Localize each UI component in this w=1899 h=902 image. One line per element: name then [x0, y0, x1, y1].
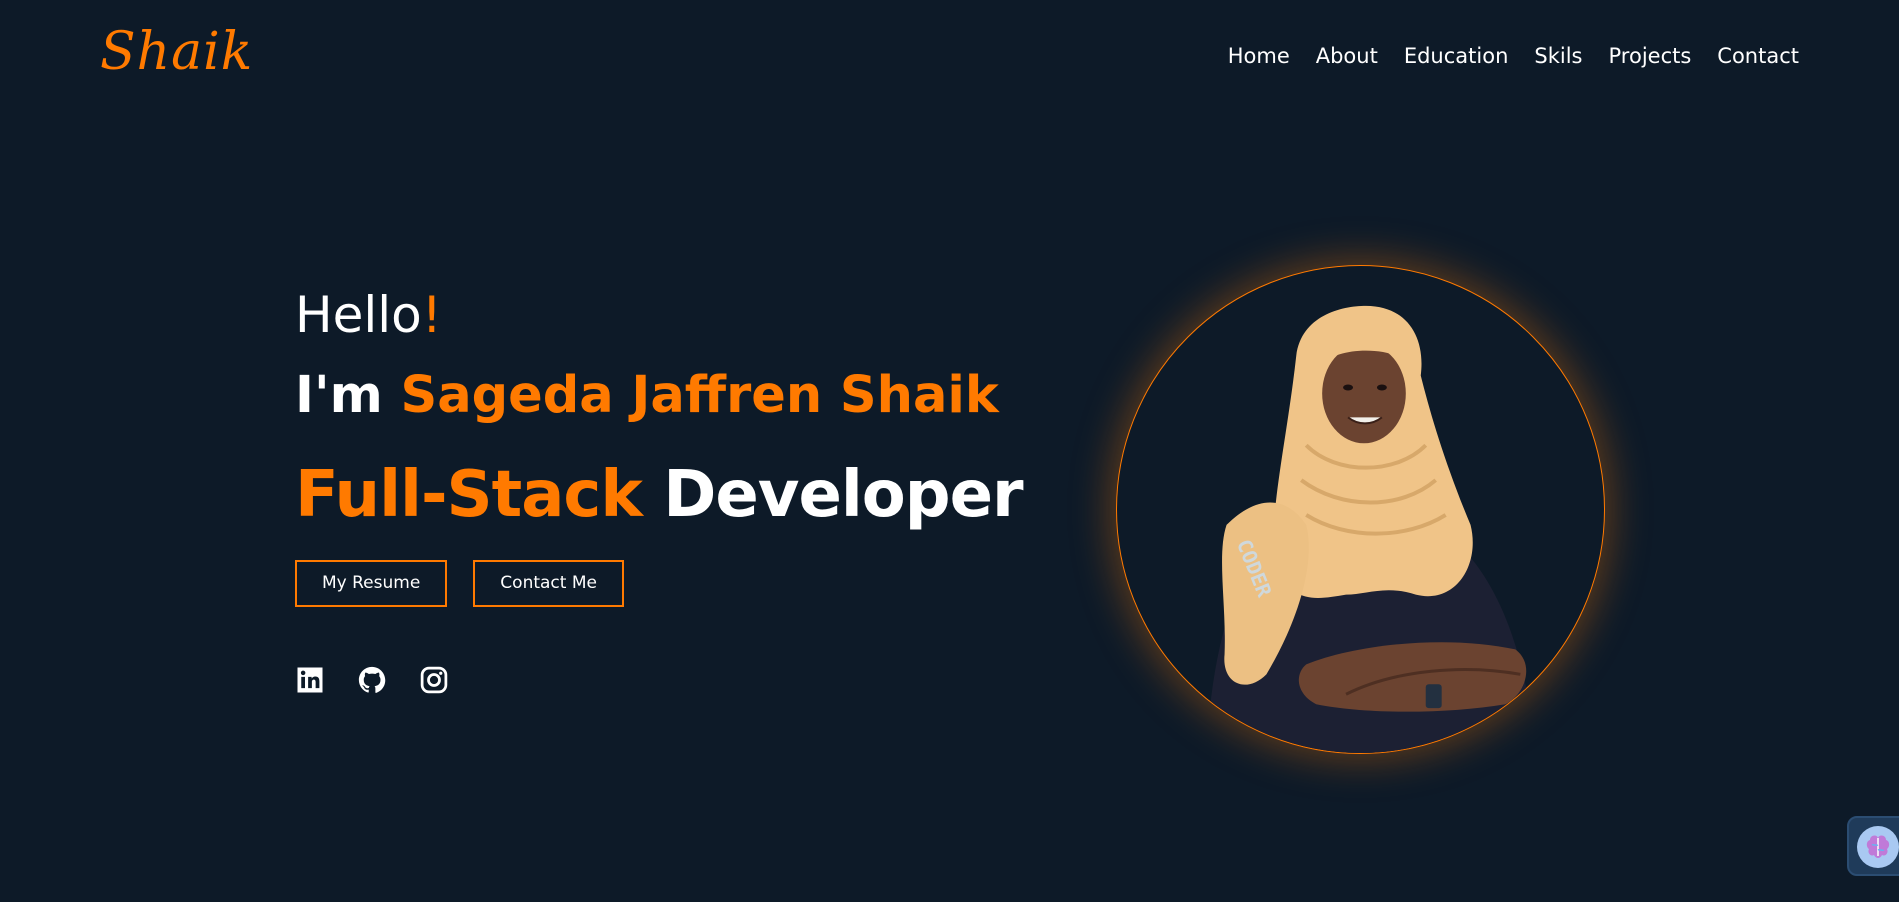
greeting-text: Hello	[295, 286, 422, 344]
greeting-heading: Hello!	[295, 290, 1023, 340]
profile-photo-illustration: CODER	[1206, 305, 1536, 753]
nav-link-home[interactable]: Home	[1228, 44, 1290, 68]
nav-link-education[interactable]: Education	[1404, 44, 1509, 68]
social-links	[295, 665, 1023, 695]
person-name: Sageda Jaffren Shaik	[400, 366, 999, 425]
site-logo[interactable]: Shaik	[100, 22, 253, 82]
role-heading: Full-Stack Developer	[295, 463, 1024, 527]
hero-section: Hello! I'm Sageda Jaffren Shaik Full-Sta…	[295, 290, 1024, 695]
greeting-exclamation: !	[421, 286, 442, 344]
main-nav: Home About Education Skils Projects Cont…	[1228, 44, 1799, 68]
assistant-brain-icon	[1857, 826, 1899, 868]
page: Shaik Home About Education Skils Project…	[0, 0, 1899, 902]
hero-buttons: My Resume Contact Me	[295, 560, 1023, 607]
role-accent: Full-Stack	[295, 458, 643, 532]
nav-link-projects[interactable]: Projects	[1609, 44, 1692, 68]
intro-heading: I'm Sageda Jaffren Shaik	[295, 370, 1023, 421]
resume-button[interactable]: My Resume	[295, 560, 448, 607]
nav-link-contact[interactable]: Contact	[1717, 44, 1799, 68]
nav-link-skills[interactable]: Skils	[1534, 44, 1582, 68]
github-icon[interactable]	[357, 665, 387, 695]
role-rest: Developer	[641, 458, 1023, 532]
linkedin-icon[interactable]	[295, 665, 325, 695]
nav-link-about[interactable]: About	[1316, 44, 1378, 68]
profile-photo: CODER	[1116, 265, 1605, 754]
intro-prefix: I'm	[295, 366, 401, 425]
floating-assistant-button[interactable]	[1847, 816, 1899, 876]
instagram-icon[interactable]	[419, 665, 449, 695]
contact-me-button[interactable]: Contact Me	[473, 560, 624, 607]
